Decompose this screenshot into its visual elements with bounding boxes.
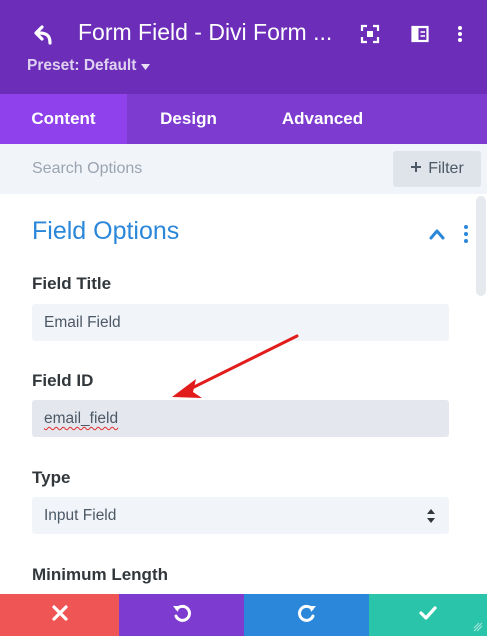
minimum-length-label: Minimum Length [32, 565, 168, 584]
tab-content[interactable]: Content [0, 94, 127, 144]
save-button[interactable] [369, 594, 487, 636]
redo-button[interactable] [244, 594, 369, 636]
undo-button[interactable] [119, 594, 244, 636]
scrollbar-thumb[interactable] [476, 196, 486, 296]
tab-bar: Content Design Advanced [0, 94, 487, 144]
field-title-input[interactable] [32, 304, 449, 341]
type-label: Type [32, 468, 71, 487]
modal-footer [0, 594, 487, 636]
split-view-icon[interactable] [410, 24, 430, 44]
undo-icon [172, 604, 192, 627]
section-title-field-options[interactable]: Field Options [32, 217, 179, 246]
type-select-value: Input Field [44, 506, 117, 524]
close-icon [51, 604, 68, 626]
filter-label: Filter [428, 160, 464, 177]
resize-handle-icon[interactable] [471, 620, 485, 634]
field-title-label: Field Title [32, 274, 112, 293]
discard-button[interactable] [0, 594, 119, 636]
tab-design[interactable]: Design [127, 94, 250, 144]
preset-label: Preset: Default [27, 57, 137, 74]
field-id-input[interactable] [32, 400, 449, 437]
section-more-icon[interactable] [461, 224, 471, 244]
back-arrow-icon[interactable] [30, 22, 60, 48]
tab-advanced[interactable]: Advanced [250, 94, 395, 144]
search-input[interactable] [0, 144, 385, 194]
field-id-label: Field ID [32, 371, 94, 390]
chevron-up-icon[interactable] [427, 226, 447, 242]
modal-title: Form Field - Divi Form ... [78, 19, 333, 45]
filter-button[interactable]: Filter [393, 151, 481, 187]
preset-dropdown[interactable]: Preset: Default [27, 57, 151, 75]
check-icon [419, 605, 437, 625]
type-select[interactable]: Input Field [32, 497, 449, 534]
plus-icon [410, 160, 422, 178]
fullscreen-icon[interactable] [360, 24, 380, 44]
caret-down-icon [141, 57, 151, 75]
redo-icon [297, 604, 317, 627]
modal-header: Form Field - Divi Form ... Preset: Defau… [0, 0, 487, 94]
more-vert-icon[interactable] [450, 24, 470, 44]
